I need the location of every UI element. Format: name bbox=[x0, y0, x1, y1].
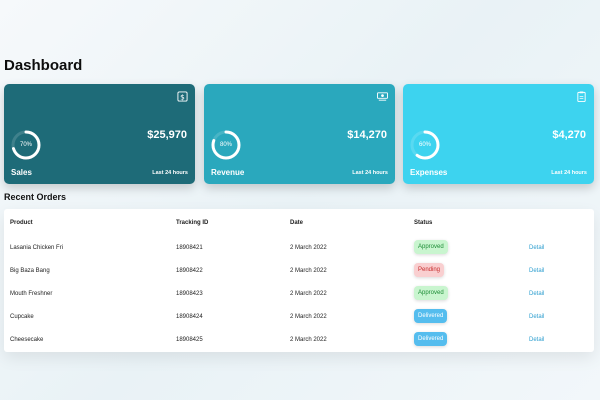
sales-card[interactable]: $ 70% Sales $25,970 Last 24 hours bbox=[4, 84, 195, 184]
tracking-cell: 18908425 bbox=[176, 337, 203, 343]
date-cell: 2 March 2022 bbox=[290, 291, 327, 297]
date-cell: 2 March 2022 bbox=[290, 314, 327, 320]
expenses-period: Last 24 hours bbox=[551, 170, 587, 176]
money-icon bbox=[377, 92, 388, 101]
revenue-label: Revenue bbox=[211, 168, 245, 177]
detail-link[interactable]: Detail bbox=[529, 314, 544, 320]
product-cell: Cheesecake bbox=[10, 337, 44, 343]
tracking-cell: 18908424 bbox=[176, 314, 203, 320]
detail-link[interactable]: Detail bbox=[529, 268, 544, 274]
clipboard-icon bbox=[577, 91, 586, 102]
sales-percent: 70% bbox=[19, 142, 32, 148]
status-badge: Delivered bbox=[414, 332, 448, 346]
expenses-percent: 60% bbox=[418, 142, 431, 148]
svg-text:$: $ bbox=[180, 92, 185, 101]
status-badge: Approved bbox=[414, 286, 448, 300]
sales-label: Sales bbox=[11, 168, 32, 177]
status-badge: Pending bbox=[414, 263, 445, 277]
product-cell: Cupcake bbox=[10, 314, 34, 320]
header-status: Status bbox=[414, 220, 433, 226]
date-cell: 2 March 2022 bbox=[290, 245, 327, 251]
status-badge: Approved bbox=[414, 240, 448, 254]
date-cell: 2 March 2022 bbox=[290, 337, 327, 343]
revenue-period: Last 24 hours bbox=[352, 170, 388, 176]
summary-cards: $ 70% Sales $25,970 Last 24 hours 80% Re… bbox=[4, 84, 596, 184]
status-badge: Delivered bbox=[414, 309, 448, 323]
revenue-amount: $14,270 bbox=[347, 129, 387, 141]
header-product: Product bbox=[10, 220, 33, 226]
table-row: Mouth Freshner 18908423 2 March 2022 App… bbox=[4, 284, 594, 307]
recent-orders-title: Recent Orders bbox=[4, 192, 67, 202]
sales-period: Last 24 hours bbox=[152, 170, 188, 176]
sales-amount: $25,970 bbox=[147, 129, 187, 141]
expenses-amount: $4,270 bbox=[552, 129, 586, 141]
orders-table: Product Tracking ID Date Status Lasania … bbox=[4, 209, 594, 352]
expenses-card[interactable]: 60% Expenses $4,270 Last 24 hours bbox=[403, 84, 594, 184]
expenses-label: Expenses bbox=[410, 168, 448, 177]
date-cell: 2 March 2022 bbox=[290, 268, 327, 274]
table-row: Cheesecake 18908425 2 March 2022 Deliver… bbox=[4, 330, 594, 353]
product-cell: Lasania Chicken Fri bbox=[10, 245, 64, 251]
tracking-cell: 18908422 bbox=[176, 268, 203, 274]
detail-link[interactable]: Detail bbox=[529, 245, 544, 251]
detail-link[interactable]: Detail bbox=[529, 337, 544, 343]
table-row: Big Baza Bang 18908422 2 March 2022 Pend… bbox=[4, 261, 594, 284]
table-row: Lasania Chicken Fri 18908421 2 March 202… bbox=[4, 238, 594, 261]
page-title: Dashboard bbox=[4, 57, 83, 74]
tracking-cell: 18908421 bbox=[176, 245, 203, 251]
header-date: Date bbox=[290, 220, 304, 226]
revenue-percent: 80% bbox=[219, 142, 232, 148]
dollar-icon: $ bbox=[177, 91, 188, 102]
revenue-card[interactable]: 80% Revenue $14,270 Last 24 hours bbox=[204, 84, 395, 184]
detail-link[interactable]: Detail bbox=[529, 291, 544, 297]
tracking-cell: 18908423 bbox=[176, 291, 203, 297]
product-cell: Mouth Freshner bbox=[10, 291, 53, 297]
header-tracking-id: Tracking ID bbox=[176, 220, 209, 226]
product-cell: Big Baza Bang bbox=[10, 268, 50, 274]
table-row: Cupcake 18908424 2 March 2022 Delivered … bbox=[4, 307, 594, 330]
